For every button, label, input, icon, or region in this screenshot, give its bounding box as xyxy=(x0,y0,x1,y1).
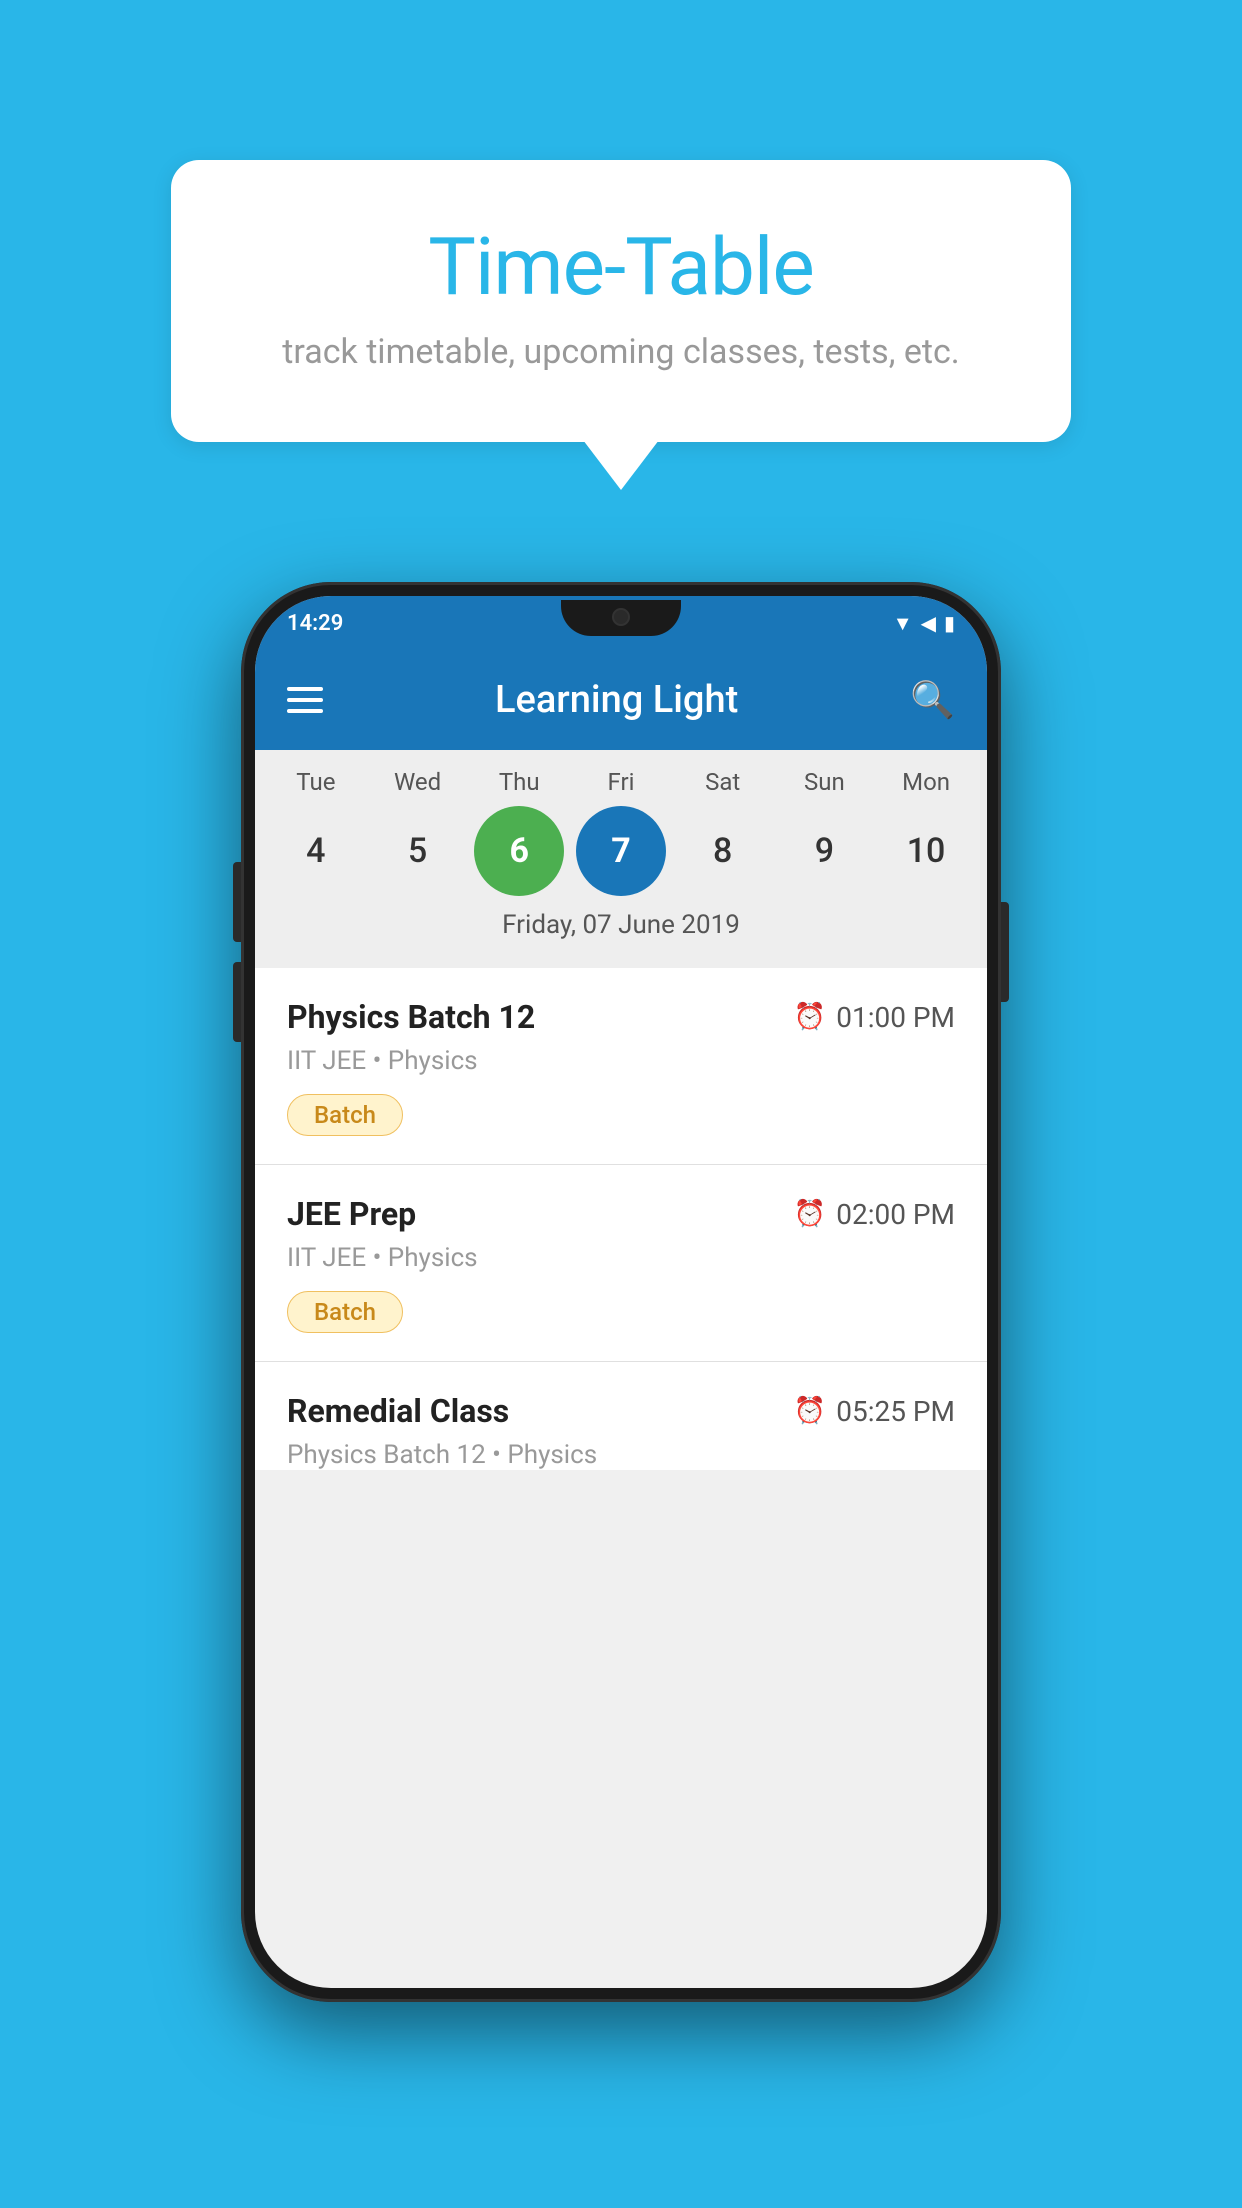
day-8[interactable]: 8 xyxy=(678,806,768,896)
status-time: 14:29 xyxy=(287,611,343,636)
day-7-selected[interactable]: 7 xyxy=(576,806,666,896)
phone-mockup: 14:29 ▼ ◀ ▮ Learning Light 🔍 Tue xyxy=(241,582,1001,2002)
day-5[interactable]: 5 xyxy=(373,806,463,896)
schedule-item-sub-1: IIT JEE • Physics xyxy=(287,1046,955,1076)
schedule-item-title-3: Remedial Class xyxy=(287,1392,509,1430)
batch-tag-1: Batch xyxy=(287,1094,403,1136)
day-label-wed: Wed xyxy=(373,768,463,796)
schedule-item-header-3: Remedial Class ⏰ 05:25 PM xyxy=(287,1392,955,1430)
menu-icon[interactable] xyxy=(287,687,323,713)
schedule-time-value-3: 05:25 PM xyxy=(836,1395,955,1428)
wifi-icon: ▼ xyxy=(893,611,913,636)
schedule-time-value-2: 02:00 PM xyxy=(836,1198,955,1231)
day-label-mon: Mon xyxy=(881,768,971,796)
clock-icon-2: ⏰ xyxy=(794,1199,826,1229)
calendar-strip: Tue Wed Thu Fri Sat Sun Mon 4 5 6 7 8 9 … xyxy=(255,750,987,968)
schedule-item-2[interactable]: JEE Prep ⏰ 02:00 PM IIT JEE • Physics Ba… xyxy=(255,1165,987,1362)
signal-icon: ◀ xyxy=(921,611,936,635)
batch-tag-2: Batch xyxy=(287,1291,403,1333)
bubble-subtitle: track timetable, upcoming classes, tests… xyxy=(251,332,991,372)
schedule-item-title-2: JEE Prep xyxy=(287,1195,416,1233)
schedule-item-sub-2: IIT JEE • Physics xyxy=(287,1243,955,1273)
day-label-sun: Sun xyxy=(779,768,869,796)
day-10[interactable]: 10 xyxy=(881,806,971,896)
day-numbers: 4 5 6 7 8 9 10 xyxy=(255,806,987,896)
schedule-time-value-1: 01:00 PM xyxy=(836,1001,955,1034)
power-button xyxy=(1001,902,1009,1002)
day-6-today[interactable]: 6 xyxy=(474,806,564,896)
schedule-item-1[interactable]: Physics Batch 12 ⏰ 01:00 PM IIT JEE • Ph… xyxy=(255,968,987,1165)
clock-icon-1: ⏰ xyxy=(794,1002,826,1032)
speech-bubble-card: Time-Table track timetable, upcoming cla… xyxy=(171,160,1071,442)
day-label-tue: Tue xyxy=(271,768,361,796)
schedule-item-header-2: JEE Prep ⏰ 02:00 PM xyxy=(287,1195,955,1233)
bubble-title: Time-Table xyxy=(251,220,991,314)
schedule-item-time-1: ⏰ 01:00 PM xyxy=(794,1001,955,1034)
phone-screen: 14:29 ▼ ◀ ▮ Learning Light 🔍 Tue xyxy=(255,596,987,1988)
volume-down-button xyxy=(233,962,241,1042)
search-icon[interactable]: 🔍 xyxy=(910,679,955,721)
schedule-item-time-2: ⏰ 02:00 PM xyxy=(794,1198,955,1231)
front-camera xyxy=(612,608,630,626)
schedule-list: Physics Batch 12 ⏰ 01:00 PM IIT JEE • Ph… xyxy=(255,968,987,1470)
battery-icon: ▮ xyxy=(944,611,955,635)
volume-up-button xyxy=(233,862,241,942)
day-label-sat: Sat xyxy=(678,768,768,796)
phone-body: 14:29 ▼ ◀ ▮ Learning Light 🔍 Tue xyxy=(241,582,1001,2002)
schedule-item-title-1: Physics Batch 12 xyxy=(287,998,535,1036)
schedule-item-sub-3: Physics Batch 12 • Physics xyxy=(287,1440,955,1470)
day-headers: Tue Wed Thu Fri Sat Sun Mon xyxy=(255,768,987,796)
schedule-item-3-partial[interactable]: Remedial Class ⏰ 05:25 PM Physics Batch … xyxy=(255,1362,987,1470)
day-9[interactable]: 9 xyxy=(779,806,869,896)
app-bar: Learning Light 🔍 xyxy=(255,650,987,750)
schedule-item-header-1: Physics Batch 12 ⏰ 01:00 PM xyxy=(287,998,955,1036)
day-4[interactable]: 4 xyxy=(271,806,361,896)
clock-icon-3: ⏰ xyxy=(794,1396,826,1426)
schedule-item-time-3: ⏰ 05:25 PM xyxy=(794,1395,955,1428)
app-title: Learning Light xyxy=(353,678,880,722)
day-label-fri: Fri xyxy=(576,768,666,796)
selected-date-label: Friday, 07 June 2019 xyxy=(255,896,987,958)
status-icons: ▼ ◀ ▮ xyxy=(893,611,955,636)
day-label-thu: Thu xyxy=(474,768,564,796)
